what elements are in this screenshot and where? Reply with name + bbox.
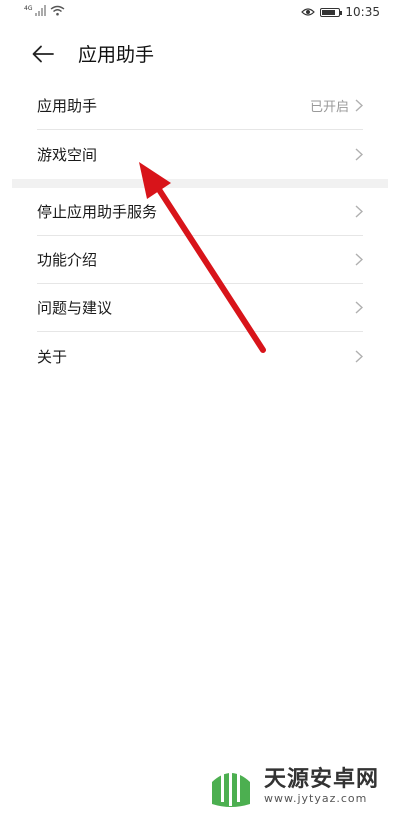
row-label: 应用助手 <box>37 97 98 115</box>
row-app-assistant[interactable]: 应用助手 已开启 <box>37 82 363 130</box>
row-about[interactable]: 关于 <box>37 332 363 380</box>
row-label: 停止应用助手服务 <box>37 203 158 221</box>
chevron-right-icon <box>355 205 363 218</box>
row-label: 关于 <box>37 347 68 366</box>
chevron-right-icon <box>355 253 363 266</box>
page-title: 应用助手 <box>78 44 155 66</box>
row-stop-service[interactable]: 停止应用助手服务 <box>37 188 363 236</box>
chevron-right-icon <box>355 147 363 161</box>
signal-icon <box>35 5 47 16</box>
chevron-right-icon <box>355 349 363 363</box>
arrow-left-icon <box>32 45 54 63</box>
network-type-label: 4G <box>24 5 33 12</box>
settings-group-main: 应用助手 已开启 游戏空间 <box>0 82 400 178</box>
row-label: 功能介绍 <box>37 251 98 269</box>
battery-icon <box>320 7 343 17</box>
row-feedback[interactable]: 问题与建议 <box>37 284 363 332</box>
section-divider <box>12 179 388 188</box>
row-label: 问题与建议 <box>37 299 113 317</box>
row-label: 游戏空间 <box>37 145 98 164</box>
status-left: 4G <box>24 5 65 16</box>
status-bar: 4G 10:35 <box>0 0 400 26</box>
row-game-space[interactable]: 游戏空间 <box>37 130 363 178</box>
row-feature-intro[interactable]: 功能介绍 <box>37 236 363 284</box>
chevron-right-icon <box>355 99 363 112</box>
status-right: 10:35 <box>301 5 380 19</box>
title-bar: 应用助手 <box>0 30 400 76</box>
eye-icon <box>301 8 316 16</box>
android-logo-icon <box>212 766 250 807</box>
chevron-right-icon <box>355 301 363 314</box>
status-text: 已开启 <box>309 100 349 115</box>
watermark-url: www.jytyaz.com <box>264 791 368 805</box>
watermark: 天源安卓网 www.jytyaz.com <box>206 764 379 808</box>
settings-group-secondary: 停止应用助手服务 功能介绍 问题与建议 关于 <box>0 188 400 380</box>
clock: 10:35 <box>345 5 380 19</box>
battery-fill <box>322 9 336 15</box>
back-button[interactable] <box>32 40 64 68</box>
watermark-name: 天源安卓网 <box>264 766 380 792</box>
wifi-icon <box>51 5 65 16</box>
